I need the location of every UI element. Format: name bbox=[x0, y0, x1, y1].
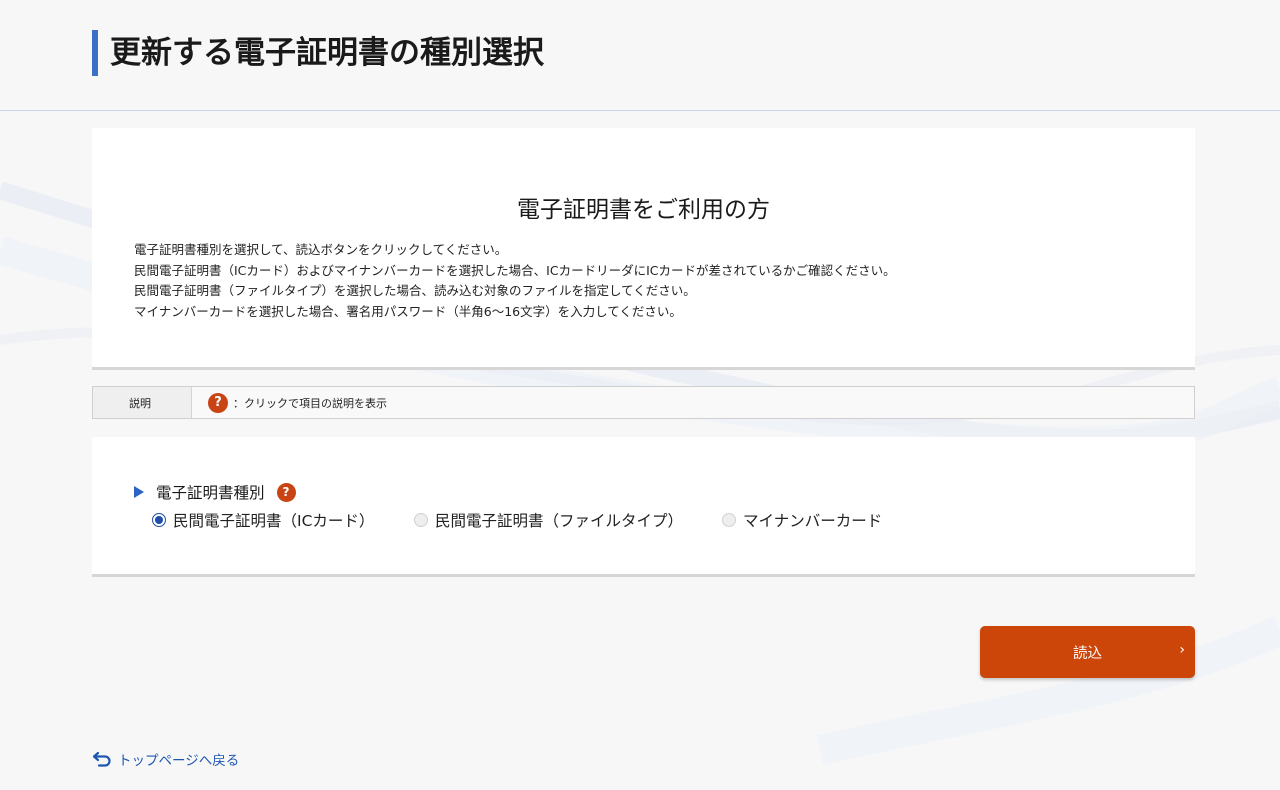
info-text: 電子証明書種別を選択して、読込ボタンをクリックしてください。 民間電子証明書（I… bbox=[134, 240, 896, 322]
info-heading: 電子証明書をご利用の方 bbox=[517, 197, 770, 223]
page-title: 更新する電子証明書の種別選択 bbox=[92, 30, 544, 76]
legend-bar: 説明 ? ：クリックで項目の説明を表示 bbox=[92, 386, 1195, 419]
legend-body: ? ：クリックで項目の説明を表示 bbox=[192, 392, 387, 413]
radio-button[interactable] bbox=[414, 513, 428, 527]
help-icon[interactable]: ? bbox=[276, 482, 296, 502]
field-header: 電子証明書種別 ? bbox=[134, 481, 296, 503]
radio-option-ic-card[interactable]: 民間電子証明書（ICカード） bbox=[152, 509, 374, 531]
info-line: マイナンバーカードを選択した場合、署名用パスワード（半角6～16文字）を入力して… bbox=[134, 303, 682, 319]
read-button[interactable]: 読込 › bbox=[980, 626, 1195, 678]
info-panel: 電子証明書をご利用の方 電子証明書種別を選択して、読込ボタンをクリックしてくださ… bbox=[92, 128, 1195, 370]
certificate-type-panel: 電子証明書種別 ? 民間電子証明書（ICカード） 民間電子証明書（ファイルタイプ… bbox=[92, 437, 1195, 577]
page: 更新する電子証明書の種別選択 電子証明書をご利用の方 電子証明書種別を選択して、… bbox=[0, 0, 1280, 790]
back-link-label: トップページへ戻る bbox=[118, 753, 240, 769]
info-line: 民間電子証明書（ICカード）およびマイナンバーカードを選択した場合、ICカードリ… bbox=[134, 262, 896, 278]
radio-button[interactable] bbox=[722, 513, 736, 527]
help-icon: ? bbox=[208, 392, 228, 413]
radio-button[interactable] bbox=[152, 513, 166, 527]
read-button-label: 読込 bbox=[1073, 645, 1102, 662]
triangle-bullet-icon bbox=[134, 486, 144, 498]
page-header: 更新する電子証明書の種別選択 bbox=[0, 0, 1280, 111]
radio-label: マイナンバーカード bbox=[743, 512, 883, 530]
radio-option-file-type[interactable]: 民間電子証明書（ファイルタイプ） bbox=[414, 509, 683, 531]
chevron-right-icon: › bbox=[1179, 642, 1185, 658]
return-arrow-icon bbox=[92, 751, 111, 767]
legend-text: ：クリックで項目の説明を表示 bbox=[233, 396, 387, 410]
info-line: 民間電子証明書（ファイルタイプ）を選択した場合、読み込む対象のファイルを指定して… bbox=[134, 283, 696, 299]
radio-option-my-number-card[interactable]: マイナンバーカード bbox=[722, 509, 882, 531]
field-label: 電子証明書種別 bbox=[156, 484, 265, 502]
info-line: 電子証明書種別を選択して、読込ボタンをクリックしてください。 bbox=[134, 242, 508, 257]
legend-label: 説明 bbox=[93, 387, 192, 418]
radio-label: 民間電子証明書（ICカード） bbox=[173, 512, 375, 530]
radio-label: 民間電子証明書（ファイルタイプ） bbox=[435, 512, 684, 530]
back-to-top-link[interactable]: トップページへ戻る bbox=[92, 749, 239, 769]
